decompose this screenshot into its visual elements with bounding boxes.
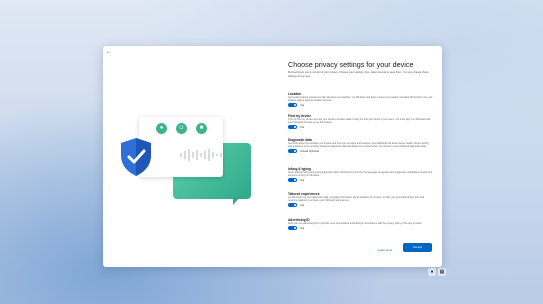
intro-text: Microsoft puts you in control of your pr… [288,71,429,78]
section-description: Send info about the websites you browse … [288,142,430,149]
toggle-label: Yes [300,125,305,129]
section-description: Apps can use advertising ID to provide m… [288,222,423,225]
back-arrow-icon[interactable]: ← [106,48,114,56]
toggle-label: Yes [300,203,305,207]
location-toggle[interactable] [288,103,297,108]
section-description: Get location-based experiences like dire… [288,96,433,103]
privacy-settings-panel: Choose privacy settings for your device … [288,60,434,265]
toggle-label: Yes [300,103,305,107]
location-pin-icon: ● [156,123,167,134]
shield-check-icon [121,138,151,176]
toggle-label: Include Optional [300,149,319,153]
section-diagnostic-data: Diagnostic data Send info about the webs… [288,138,433,154]
section-description: Send optional inking and typing diagnost… [288,171,433,178]
accept-button[interactable]: Accept [403,243,432,252]
diagnostic-data-toggle[interactable] [288,149,297,154]
section-location: Location Get location-based experiences … [288,92,433,108]
inking-typing-toggle[interactable] [288,178,297,183]
tailored-experiences-toggle[interactable] [288,203,297,208]
find-my-device-toggle[interactable] [288,125,297,130]
accessibility-icon[interactable]: ● [428,268,436,276]
oobe-window: ← ● ☺ ■ Choose privacy settings for your… [103,46,442,267]
section-find-my-device: Find my device Turn on Find my device an… [288,114,433,130]
learn-more-link[interactable]: Learn more [378,248,392,252]
waveform-icon [180,149,222,161]
section-description: Turn on Find my device and use your devi… [288,118,431,125]
section-advertising-id: Advertising ID Apps can use advertising … [288,218,433,231]
toggle-label: Yes [300,226,305,230]
page-title: Choose privacy settings for your device [288,60,414,69]
section-inking-typing: Inking & typing Send optional inking and… [288,167,433,183]
section-tailored-experiences: Tailored experiences Let Microsoft use y… [288,192,433,208]
face-icon: ☺ [176,123,187,134]
lock-icon: ■ [196,123,207,134]
section-description: Let Microsoft use your diagnostic data, … [288,196,425,203]
chat-bubble-tail [233,197,240,205]
privacy-illustration: ● ☺ ■ [115,109,251,209]
keyboard-icon[interactable]: ▦ [438,268,446,276]
advertising-id-toggle[interactable] [288,226,297,231]
toggle-label: Yes [300,178,305,182]
